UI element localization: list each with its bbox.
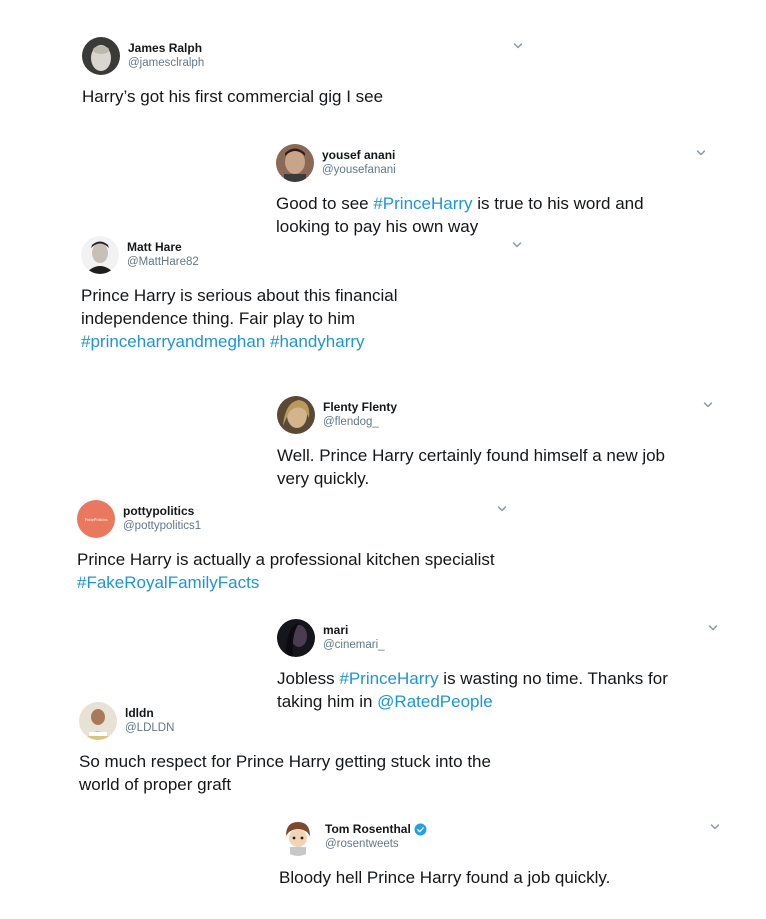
- tweet-card: PottyPolitics pottypolitics @pottypoliti…: [77, 500, 510, 592]
- tweet-card: ldldn @LDLDN So much respect for Prince …: [79, 702, 519, 794]
- tweet-card: Tom Rosenthal @rosentweets Bloody hell P…: [279, 818, 722, 893]
- tweet-text: Harry’s got his first commercial gig I s…: [82, 85, 383, 108]
- avatar[interactable]: PottyPolitics: [77, 500, 115, 538]
- avatar[interactable]: [279, 818, 317, 856]
- chevron-down-icon[interactable]: [696, 148, 706, 158]
- chevron-down-icon[interactable]: [497, 504, 507, 514]
- chevron-down-icon[interactable]: [513, 41, 523, 51]
- user-name[interactable]: Tom Rosenthal: [325, 822, 427, 836]
- tweet-card: Flenty Flenty @flendog_ Well. Prince Har…: [277, 396, 717, 488]
- tweet-text: Well. Prince Harry certainly found himse…: [277, 444, 665, 490]
- user-name[interactable]: Flenty Flenty: [323, 400, 397, 414]
- user-name[interactable]: yousef anani: [322, 148, 395, 162]
- chevron-down-icon[interactable]: [512, 240, 522, 250]
- tweet-line: very quickly.: [277, 469, 370, 488]
- avatar[interactable]: [277, 396, 315, 434]
- user-handle[interactable]: @LDLDN: [125, 722, 174, 734]
- user-handle[interactable]: @cinemari_: [323, 639, 385, 651]
- chevron-down-icon[interactable]: [708, 623, 718, 633]
- tweet-text: Prince Harry is serious about this finan…: [81, 284, 398, 353]
- avatar[interactable]: [277, 619, 315, 657]
- tweet-card: mari @cinemari_ Jobless #PrinceHarry is …: [277, 619, 720, 711]
- user-handle[interactable]: @yousefanani: [322, 164, 396, 176]
- avatar-logo-text: PottyPolitics: [84, 517, 107, 522]
- tweet-line: world of proper graft: [79, 775, 232, 794]
- hashtag-link[interactable]: #princeharryandmeghan #handyharry: [81, 330, 398, 353]
- user-name[interactable]: ldldn: [125, 706, 154, 720]
- hashtag-link[interactable]: #FakeRoyalFamilyFacts: [77, 571, 495, 594]
- user-name[interactable]: pottypolitics: [123, 504, 194, 518]
- user-handle[interactable]: @rosentweets: [325, 838, 399, 850]
- user-name[interactable]: Matt Hare: [127, 240, 182, 254]
- avatar[interactable]: [276, 144, 314, 182]
- tweet-line: Prince Harry is actually a professional …: [77, 550, 495, 569]
- tweet-text: Good to see #PrinceHarry is true to his …: [276, 192, 644, 238]
- user-name[interactable]: James Ralph: [128, 41, 202, 55]
- tweet-line: looking to pay his own way: [276, 217, 479, 236]
- tweet-card: Matt Hare @MattHare82 Prince Harry is se…: [81, 236, 524, 351]
- tweet-line: Well. Prince Harry certainly found himse…: [277, 446, 666, 465]
- tweet-line: Bloody hell Prince Harry found a job qui…: [279, 868, 611, 887]
- user-name[interactable]: mari: [323, 623, 348, 637]
- tweet-line: Prince Harry is serious about this finan…: [81, 286, 398, 305]
- avatar[interactable]: [82, 37, 120, 75]
- tweet-line: Harry’s got his first commercial gig I s…: [82, 87, 384, 106]
- tweet-card: yousef anani @yousefanani Good to see #P…: [276, 144, 709, 236]
- hashtag-link[interactable]: #PrinceHarry: [339, 669, 438, 688]
- tweet-line: Good to see #PrinceHarry is true to his …: [276, 194, 644, 213]
- tweet-text: Bloody hell Prince Harry found a job qui…: [279, 866, 610, 889]
- tweet-line: independence thing. Fair play to him: [81, 309, 356, 328]
- user-handle[interactable]: @MattHare82: [127, 256, 199, 268]
- avatar[interactable]: [81, 236, 119, 274]
- avatar[interactable]: [79, 702, 117, 740]
- tweet-line: Jobless #PrinceHarry is wasting no time.…: [277, 669, 668, 688]
- user-handle[interactable]: @jamesclralph: [128, 57, 204, 69]
- verified-badge-icon: [414, 823, 427, 836]
- tweet-text: Prince Harry is actually a professional …: [77, 548, 495, 594]
- chevron-down-icon[interactable]: [710, 822, 720, 832]
- user-handle[interactable]: @pottypolitics1: [123, 520, 201, 532]
- chevron-down-icon[interactable]: [703, 400, 713, 410]
- tweet-line: So much respect for Prince Harry getting…: [79, 752, 491, 771]
- tweet-text: So much respect for Prince Harry getting…: [79, 750, 491, 796]
- tweet-card: James Ralph @jamesclralph Harry’s got hi…: [82, 37, 525, 112]
- hashtag-link[interactable]: #PrinceHarry: [373, 194, 472, 213]
- user-handle[interactable]: @flendog_: [323, 416, 379, 428]
